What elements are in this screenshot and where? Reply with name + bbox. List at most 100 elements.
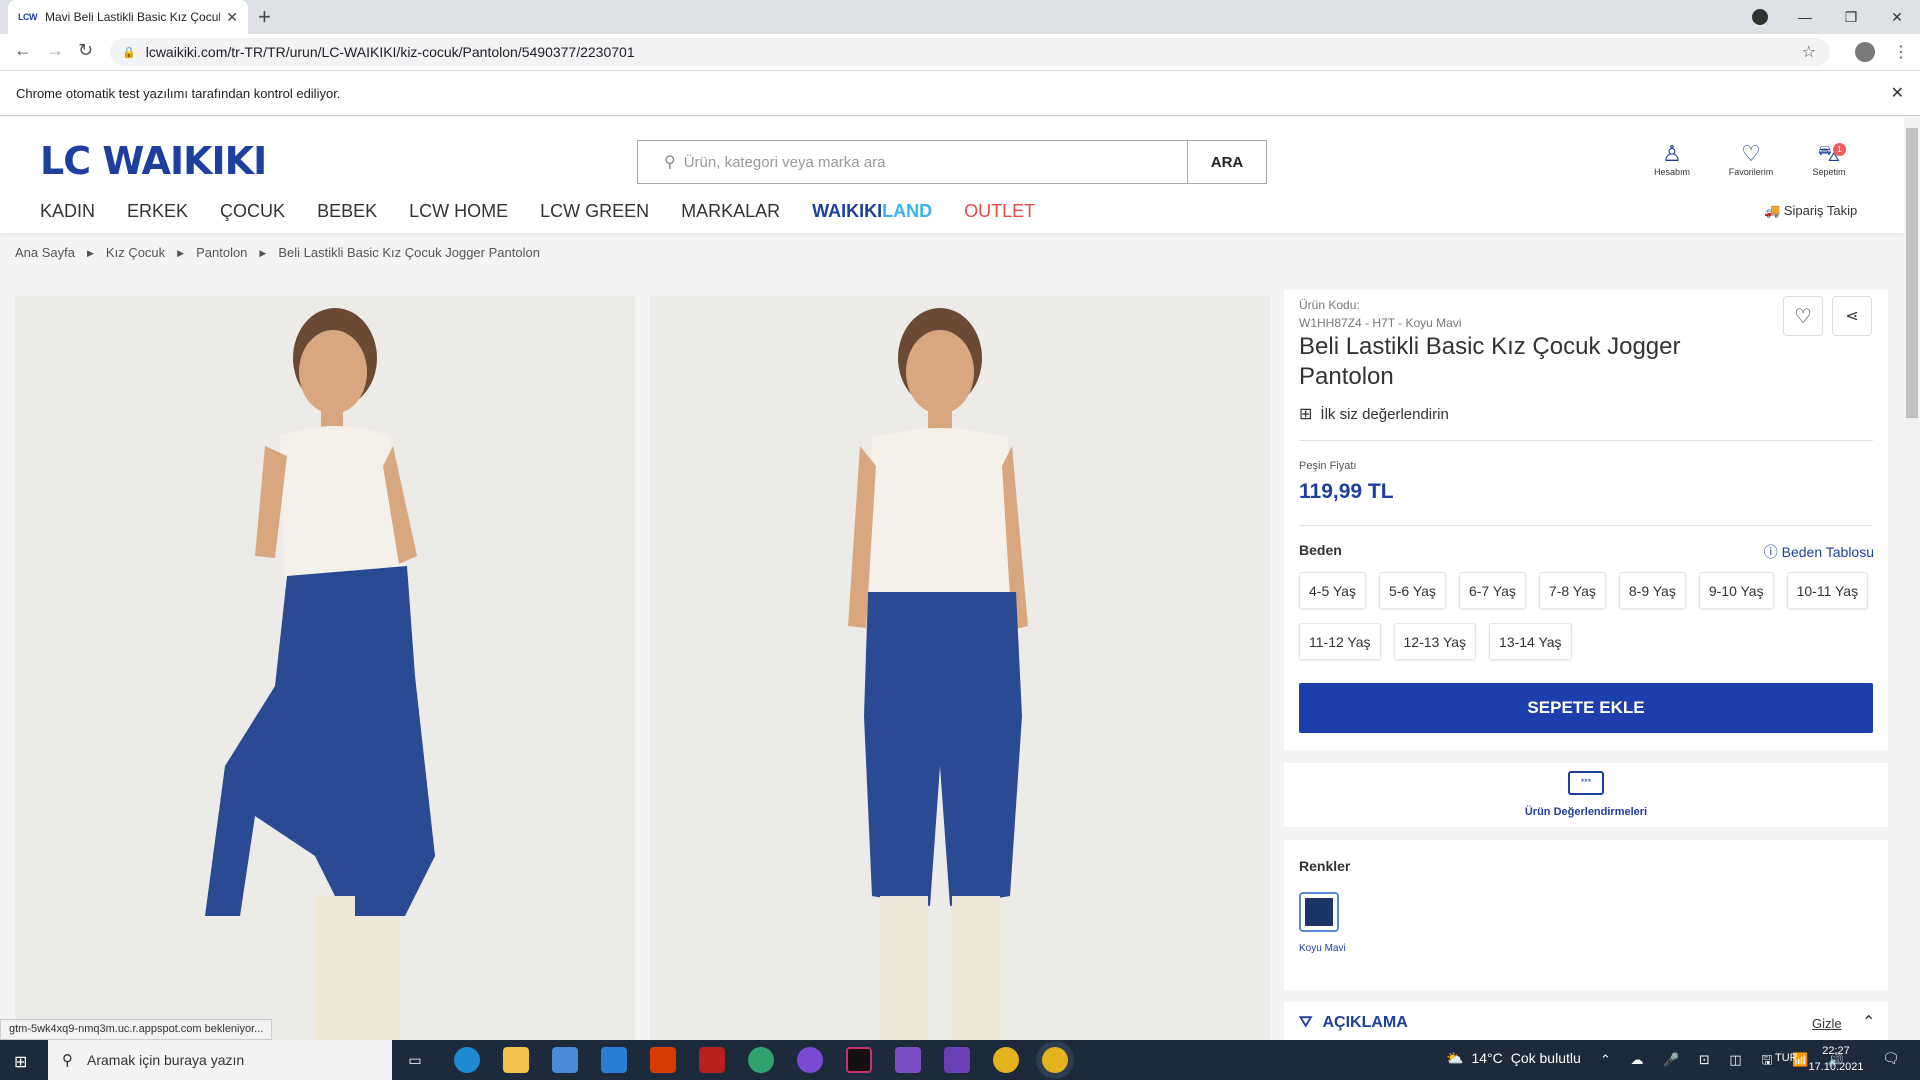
url-text: lcwaikiki.com/tr-TR/TR/urun/LC-WAIKIKI/k… [145, 44, 635, 60]
order-tracking-link[interactable]: 🚚 Sipariş Takip [1764, 203, 1857, 219]
window-close-icon[interactable]: ✕ [1874, 9, 1920, 26]
window-controls: — ❐ ✕ [1782, 0, 1920, 34]
reviews-label: Ürün Değerlendirmeleri [1524, 806, 1648, 818]
visual-studio-icon[interactable] [944, 1047, 970, 1073]
size-options-row-2: 11-12 Yaş 12-13 Yaş 13-14 Yaş [1299, 623, 1572, 660]
girl-side-pose-illustration [15, 296, 635, 1040]
more-menu-icon[interactable]: ⋮ [1893, 42, 1909, 62]
nav-item-lcw-home[interactable]: LCW HOME [409, 201, 508, 222]
add-to-favorites-button[interactable]: ♡ [1783, 296, 1823, 336]
hide-description-link[interactable]: Gizle [1812, 1016, 1842, 1031]
bookmark-star-icon[interactable]: ☆ [1802, 42, 1816, 62]
office-icon[interactable] [650, 1047, 676, 1073]
description-header[interactable]: ⛛ AÇIKLAMA [1299, 1014, 1408, 1032]
tab-close-icon[interactable]: ✕ [226, 9, 238, 26]
nav-item-bebek[interactable]: BEBEK [317, 201, 377, 222]
order-tracking-label: Sipariş Takip [1783, 203, 1858, 218]
size-chart-link[interactable]: ⓘ Beden Tablosu [1764, 542, 1874, 562]
profile-avatar-icon[interactable] [1855, 42, 1875, 62]
nav-item-lcw-green[interactable]: LCW GREEN [540, 201, 649, 222]
browser-tab[interactable]: LCW Mavi Beli Lastikli Basic Kız Çocuk ✕ [8, 0, 248, 34]
color-swatch[interactable] [1299, 892, 1339, 932]
product-code: W1HH87Z4 - H7T - Koyu Mavi [1299, 316, 1462, 330]
restore-icon[interactable]: ❐ [1828, 9, 1874, 26]
chevron-up-icon[interactable]: ⌃ [1862, 1012, 1875, 1032]
review-stars-icon: *** [1568, 771, 1604, 795]
main-nav: KADIN ERKEK ÇOCUK BEBEK LCW HOME LCW GRE… [40, 201, 1035, 222]
product-image-1[interactable] [15, 296, 635, 1040]
hanger-icon: ⛛ [1299, 1014, 1313, 1031]
infobar-close-icon[interactable]: ✕ [1891, 83, 1904, 103]
product-info-panel: Ürün Kodu: W1HH87Z4 - H7T - Koyu Mavi Be… [1284, 290, 1888, 750]
browser-tab-strip: LCW Mavi Beli Lastikli Basic Kız Çocuk ✕… [0, 0, 1920, 34]
tab-search-icon[interactable] [1752, 9, 1768, 25]
size-option[interactable]: 13-14 Yaş [1489, 623, 1572, 660]
weather-widget[interactable]: ⛅ 14°C Çok bulutlu [1446, 1050, 1581, 1067]
clock[interactable]: 22:27 17.10.2021 [1806, 1043, 1866, 1075]
size-option[interactable]: 11-12 Yaş [1299, 623, 1381, 660]
filezilla-icon[interactable] [699, 1047, 725, 1073]
minimize-icon[interactable]: — [1782, 9, 1828, 25]
nav-item-outlet[interactable]: OUTLET [964, 201, 1035, 222]
search-icon: ⚲ [664, 154, 676, 171]
jetbrains-icon[interactable] [846, 1047, 872, 1073]
windows-start-icon[interactable]: ⊞ [14, 1052, 27, 1072]
app-icon[interactable] [748, 1047, 774, 1073]
breadcrumb-item[interactable]: Ana Sayfa [15, 245, 75, 261]
edge-icon[interactable] [454, 1047, 480, 1073]
nav-item-erkek[interactable]: ERKEK [127, 201, 188, 222]
price: 119,99 TL [1299, 480, 1394, 503]
cart-label: Sepetim [1812, 167, 1846, 177]
notifications-icon[interactable]: 🗨 [1882, 1050, 1900, 1067]
size-option[interactable]: 7-8 Yaş [1538, 572, 1606, 609]
favorites-link[interactable]: ♡ Favorilerim [1721, 143, 1781, 178]
vscode-icon[interactable] [895, 1047, 921, 1073]
lock-icon[interactable]: 🔒 [122, 46, 136, 59]
size-option[interactable]: 8-9 Yaş [1618, 572, 1686, 609]
address-bar[interactable]: 🔒 lcwaikiki.com/tr-TR/TR/urun/LC-WAIKIKI… [110, 38, 1830, 66]
product-reviews-link[interactable]: *** Ürün Değerlendirmeleri [1284, 763, 1888, 827]
app-icon[interactable] [797, 1047, 823, 1073]
divider [1299, 525, 1873, 526]
size-option[interactable]: 6-7 Yaş [1458, 572, 1526, 609]
nav-item-cocuk[interactable]: ÇOCUK [220, 201, 285, 222]
share-button[interactable]: ⋖ [1832, 296, 1872, 336]
task-view-icon[interactable]: ▭ [402, 1047, 428, 1073]
search-input[interactable]: ⚲ Ürün, kategori veya marka ara [638, 141, 1187, 183]
language-indicator[interactable]: TUR [1775, 1052, 1798, 1064]
nav-item-kadin[interactable]: KADIN [40, 201, 95, 222]
back-arrow-icon[interactable]: ← [14, 40, 32, 61]
size-option[interactable]: 5-6 Yaş [1378, 572, 1446, 609]
search-placeholder: Ürün, kategori veya marka ara [683, 153, 886, 171]
size-option[interactable]: 9-10 Yaş [1698, 572, 1774, 609]
store-icon[interactable] [552, 1047, 578, 1073]
chrome-icon[interactable] [993, 1047, 1019, 1073]
size-option[interactable]: 10-11 Yaş [1786, 572, 1869, 609]
user-icon: ♙ [1662, 141, 1682, 166]
nav-item-waikikiland[interactable]: WAIKIKILAND [812, 201, 932, 222]
search-button[interactable]: ARA [1187, 141, 1266, 183]
breadcrumb-item[interactable]: Kız Çocuk [106, 245, 165, 261]
breadcrumb-caret-icon: ▶ [177, 248, 185, 258]
size-option[interactable]: 12-13 Yaş [1393, 623, 1477, 660]
lcw-logo[interactable]: LC WAIKIKI [40, 139, 267, 183]
account-link[interactable]: ♙ Hesabım [1642, 141, 1702, 178]
cart-link[interactable]: ⛍ 1 Sepetim [1799, 143, 1859, 177]
scrollbar-thumb[interactable] [1906, 128, 1918, 418]
breadcrumb-item[interactable]: Pantolon [196, 245, 247, 261]
taskbar-search-input[interactable]: ⚲ Aramak için buraya yazın [48, 1040, 392, 1080]
product-code-label: Ürün Kodu: [1299, 298, 1360, 312]
new-tab-icon[interactable]: + [258, 4, 271, 30]
forward-arrow-icon[interactable]: → [46, 40, 64, 61]
chrome-active-icon[interactable] [1042, 1047, 1068, 1073]
write-review-link[interactable]: ⊞ İlk siz değerlendirin [1299, 404, 1449, 424]
size-option[interactable]: 4-5 Yaş [1299, 572, 1366, 609]
add-to-cart-button[interactable]: SEPETE EKLE [1299, 683, 1873, 733]
nav-item-markalar[interactable]: MARKALAR [681, 201, 780, 222]
product-image-2[interactable] [650, 296, 1270, 1040]
reload-icon[interactable]: ↻ [78, 40, 93, 61]
weather-icon: ⛅ [1446, 1050, 1464, 1066]
colors-label: Renkler [1299, 858, 1351, 874]
file-explorer-icon[interactable] [503, 1047, 529, 1073]
mail-icon[interactable] [601, 1047, 627, 1073]
